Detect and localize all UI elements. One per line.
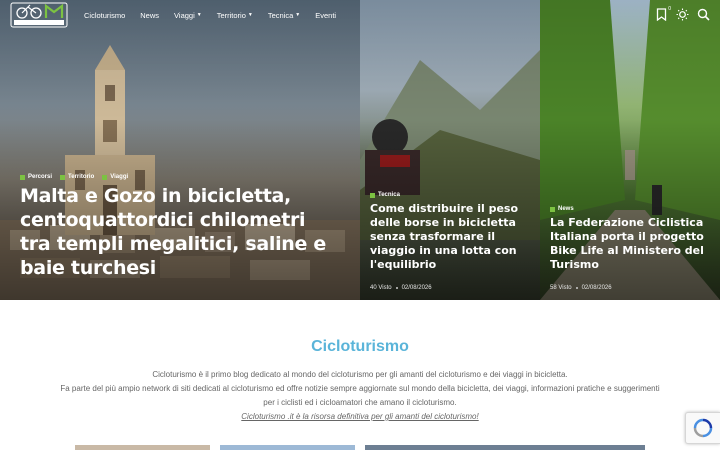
chevron-down-icon: ▼ [295,12,301,18]
hero-third-content: News La Federazione Ciclistica Italiana … [550,206,710,272]
category-list: Percorsi Territorio Viaggi [20,174,340,180]
menu-item-eventi[interactable]: Eventi [315,11,336,20]
category-tag[interactable]: Percorsi [20,174,52,180]
hero-second-content: Tecnica Come distribuire il peso delle b… [370,192,530,272]
article-date: 02/08/2026 [581,285,612,291]
article-date: 02/08/2026 [401,285,432,291]
view-count: 58 Visto [550,285,572,291]
category-list: News [550,206,710,212]
main-menu: Cicloturismo News Viaggi ▼ Territorio ▼ Te… [84,11,336,20]
article-meta: 40 Visto 02/08/2026 [370,285,432,291]
page: Percorsi Territorio Viaggi Malta e Gozo … [0,0,720,450]
menu-item-tecnica[interactable]: Tecnica ▼ [268,11,300,20]
bookmark-icon [656,8,667,22]
category-dot-icon [370,192,375,198]
chevron-down-icon: ▼ [247,12,253,18]
menu-item-news[interactable]: News [140,11,159,20]
article-title[interactable]: La Federazione Ciclistica Italiana porta… [550,216,710,272]
article-meta: 58 Visto 02/08/2026 [550,285,612,291]
category-tag[interactable]: Tecnica [370,192,400,198]
sun-icon [676,8,689,21]
search-button[interactable] [697,8,710,21]
menu-item-cicloturismo[interactable]: Cicloturismo [84,11,125,20]
category-dot-icon [60,174,66,180]
article-card-thumbnail[interactable] [220,445,355,450]
search-icon [697,8,710,21]
nav-actions: 0 [655,6,710,22]
site-logo[interactable] [10,2,68,28]
category-tag[interactable]: Territorio [60,174,94,180]
category-dot-icon [550,206,555,212]
meta-separator [395,287,398,289]
category-tag[interactable]: News [550,206,574,212]
menu-item-territorio[interactable]: Territorio ▼ [217,11,253,20]
chevron-down-icon: ▼ [196,12,202,18]
theme-toggle-button[interactable] [676,8,689,21]
article-title[interactable]: Malta e Gozo in bicicletta, centoquattor… [20,184,340,280]
section-title: Cicloturismo [311,338,409,355]
article-card-thumbnail[interactable] [365,445,645,450]
intro-line: Cicloturismo è il primo blog dedicato al… [152,370,568,379]
hero-article-main[interactable]: Percorsi Territorio Viaggi Malta e Gozo … [0,0,360,300]
hero-grid: Percorsi Territorio Viaggi Malta e Gozo … [0,0,720,300]
bookmark-count: 0 [668,6,671,12]
article-card-thumbnail[interactable] [75,445,210,450]
meta-separator [575,287,578,289]
top-navigation: Cicloturismo News Viaggi ▼ Territorio ▼ Te… [0,0,720,30]
hero-article-third[interactable]: News La Federazione Ciclistica Italiana … [540,0,720,300]
bookmark-button[interactable]: 0 [655,6,671,22]
hero-article-second[interactable]: Tecnica Come distribuire il peso delle b… [360,0,540,300]
hero-main-content: Percorsi Territorio Viaggi Malta e Gozo … [20,174,340,280]
category-tag[interactable]: Viaggi [102,174,128,180]
intro-link[interactable]: Cicloturismo .it è la risorsa definitiva… [241,410,478,424]
recaptcha-badge[interactable] [685,412,720,444]
article-title[interactable]: Come distribuire il peso delle borse in … [370,202,530,272]
intro-section: Cicloturismo Cicloturismo è il primo blo… [0,300,720,450]
logo-icon [10,2,68,28]
intro-paragraph: Cicloturismo è il primo blog dedicato al… [60,368,660,424]
category-dot-icon [20,174,25,180]
recaptcha-icon [693,418,713,438]
category-dot-icon [102,174,108,180]
category-list: Tecnica [370,192,530,198]
menu-item-viaggi[interactable]: Viaggi ▼ [174,11,202,20]
view-count: 40 Visto [370,285,392,291]
intro-line: Fa parte del più ampio network di siti d… [60,384,660,407]
